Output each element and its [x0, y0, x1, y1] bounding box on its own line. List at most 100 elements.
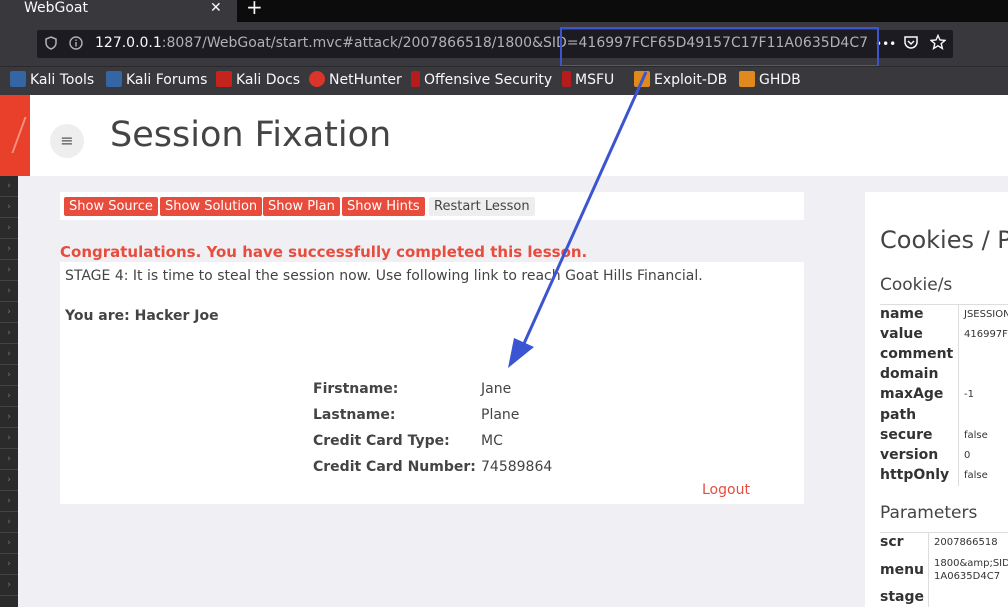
- field-label: Firstname:: [313, 381, 399, 397]
- shield-icon[interactable]: [45, 36, 57, 54]
- bookmark-exploit-db[interactable]: Exploit-DB: [634, 71, 727, 88]
- star-bookmark-icon[interactable]: [929, 33, 947, 54]
- bookmark-kali-forums[interactable]: Kali Forums: [106, 71, 207, 88]
- cookie-key: secure: [880, 427, 933, 443]
- webgoat-logo: [0, 95, 30, 176]
- bookmark-label: Kali Forums: [126, 72, 208, 88]
- show-source-button[interactable]: Show Source: [64, 197, 158, 216]
- logout-link[interactable]: Logout: [702, 482, 750, 498]
- table-divider: [880, 304, 1008, 305]
- cookie-key: path: [880, 407, 917, 423]
- sidebar-item[interactable]: ›: [0, 470, 18, 491]
- url-host: 127.0.0.1: [95, 35, 162, 51]
- cookie-value: 416997F: [964, 329, 1008, 340]
- param-value: 2007866518: [934, 537, 998, 548]
- bookmark-kali-docs[interactable]: Kali Docs: [216, 71, 300, 88]
- close-tab-icon[interactable]: ✕: [210, 0, 222, 17]
- cookie-key: name: [880, 306, 924, 322]
- kali-dragon-icon: [106, 71, 122, 87]
- sidebar-item[interactable]: ›: [0, 260, 18, 281]
- cookie-key: value: [880, 326, 923, 342]
- bookmark-label: Kali Tools: [30, 72, 95, 88]
- nethunter-icon: [309, 71, 325, 87]
- stage-instructions: STAGE 4: It is time to steal the session…: [65, 268, 703, 284]
- tab-bar: WebGoat ✕ +: [0, 0, 1008, 22]
- sidebar-item[interactable]: ›: [0, 554, 18, 575]
- sidebar-item[interactable]: ›: [0, 512, 18, 533]
- hamburger-menu-button[interactable]: ≡: [50, 124, 84, 158]
- success-message: Congratulations. You have successfully c…: [60, 243, 588, 261]
- sidebar-item[interactable]: ›: [0, 428, 18, 449]
- bookmark-kali-tools[interactable]: Kali Tools: [10, 71, 94, 88]
- account-field-row: Credit Card Number: 74589864: [313, 459, 552, 475]
- bookmark-label: Kali Docs: [236, 72, 301, 88]
- parameters-heading: Parameters: [880, 503, 978, 523]
- bookmark-nethunter[interactable]: NetHunter: [309, 71, 402, 88]
- sidebar-item[interactable]: ›: [0, 491, 18, 512]
- sidebar-item[interactable]: ›: [0, 407, 18, 428]
- show-solution-button[interactable]: Show Solution: [160, 197, 263, 216]
- cookie-key: version: [880, 447, 939, 463]
- sidebar-item[interactable]: ›: [0, 281, 18, 302]
- sidebar-item[interactable]: ›: [0, 197, 18, 218]
- bookmark-label: NetHunter: [329, 72, 402, 88]
- lesson-toolbar: Show Source Show Solution Show Plan Show…: [60, 192, 804, 220]
- bookmark-ghdb[interactable]: GHDB: [739, 71, 801, 88]
- sidebar-item[interactable]: ›: [0, 533, 18, 554]
- sidebar-item[interactable]: ›: [0, 239, 18, 260]
- tab-title: WebGoat: [24, 0, 89, 16]
- offsec-icon: [411, 71, 420, 87]
- session-id-highlight-box: [560, 27, 879, 67]
- sidebar-item[interactable]: ›: [0, 302, 18, 323]
- show-hints-button[interactable]: Show Hints: [342, 197, 425, 216]
- cookie-value: -1: [964, 389, 974, 400]
- sidebar-item[interactable]: ›: [0, 386, 18, 407]
- sidebar-item[interactable]: ›: [0, 575, 18, 596]
- kali-docs-icon: [216, 71, 232, 87]
- sidebar-item[interactable]: ›: [0, 344, 18, 365]
- show-plan-button[interactable]: Show Plan: [263, 197, 340, 216]
- lesson-content: STAGE 4: It is time to steal the session…: [60, 262, 804, 504]
- account-field-row: Credit Card Type: MC: [313, 433, 503, 449]
- account-field-row: Firstname: Jane: [313, 381, 511, 397]
- exploitdb-icon: [739, 71, 755, 87]
- param-value: 1800&amp;SID: [934, 558, 1008, 569]
- url-path: :8087/WebGoat/start.mvc#attack/200786651…: [161, 35, 567, 51]
- cookie-value: 0: [964, 450, 971, 461]
- bookmark-msfu[interactable]: MSFU: [562, 71, 614, 88]
- page-header: ≡ Session Fixation: [30, 95, 1008, 176]
- table-divider: [880, 532, 1008, 533]
- sidebar-item[interactable]: ›: [0, 323, 18, 344]
- cookie-value: false: [964, 430, 988, 441]
- table-divider: [958, 304, 959, 486]
- user-identity: You are: Hacker Joe: [65, 308, 219, 324]
- browser-tab[interactable]: WebGoat ✕: [0, 0, 237, 22]
- field-label: Credit Card Type:: [313, 433, 450, 449]
- field-value: 74589864: [481, 459, 553, 475]
- sidebar-item[interactable]: ›: [0, 365, 18, 386]
- account-field-row: Lastname: Plane: [313, 407, 519, 423]
- sidebar-item[interactable]: ›: [0, 218, 18, 239]
- new-tab-icon[interactable]: +: [246, 0, 263, 19]
- cookie-value: JSESSION: [964, 309, 1008, 320]
- sidebar-item[interactable]: ›: [0, 176, 18, 197]
- bookmark-label: Offensive Security: [424, 72, 553, 88]
- restart-lesson-button[interactable]: Restart Lesson: [429, 197, 535, 216]
- bookmark-label: GHDB: [759, 72, 801, 88]
- param-value-continued: 1A0635D4C7: [934, 571, 1001, 582]
- cookie-key: comment: [880, 346, 954, 362]
- field-value: Plane: [481, 407, 520, 423]
- field-label: Credit Card Number:: [313, 459, 476, 475]
- param-key: stage: [880, 589, 924, 605]
- cookie-value: false: [964, 470, 988, 481]
- bookmark-offensive-security[interactable]: Offensive Security: [411, 71, 552, 88]
- cookie-key: domain: [880, 366, 939, 382]
- exploitdb-icon: [634, 71, 650, 87]
- sidebar-item[interactable]: ›: [0, 449, 18, 470]
- cookies-heading: Cookie/s: [880, 275, 953, 295]
- bookmarks-toolbar: Kali Tools Kali Forums Kali Docs NetHunt…: [0, 66, 1008, 95]
- info-icon[interactable]: [69, 36, 83, 54]
- bookmark-label: MSFU: [575, 72, 615, 88]
- pocket-icon[interactable]: [903, 34, 919, 54]
- field-label: Lastname:: [313, 407, 396, 423]
